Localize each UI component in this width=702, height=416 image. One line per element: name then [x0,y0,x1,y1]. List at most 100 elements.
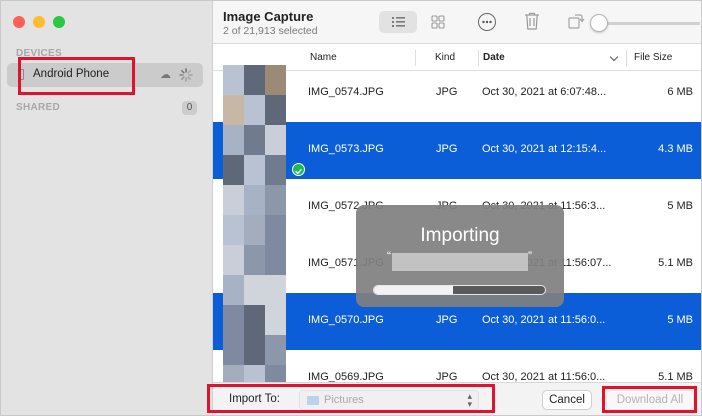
delete-button[interactable] [523,11,541,31]
close-window-button[interactable] [13,16,25,28]
thumbnail-pixel [244,125,265,155]
thumbnail-pixel [223,95,244,125]
shared-count-badge: 0 [182,101,197,115]
thumbnail-pixel [223,65,244,95]
file-kind: JPG [436,371,458,382]
thumbnail-strip[interactable] [223,65,286,382]
trash-icon [525,12,539,30]
file-size: 5.1 MB [658,257,693,269]
chevron-down-icon [609,52,619,62]
loading-spinner-icon [179,68,193,82]
column-divider [626,50,627,66]
file-size: 4.3 MB [658,143,693,155]
cancel-button[interactable]: Cancel [542,390,592,410]
importing-title: Importing [420,225,500,246]
file-kind: JPG [436,143,458,155]
file-date: Oct 30, 2021 at 11:56:0... [482,371,606,382]
thumbnail-pixel [223,365,244,382]
file-name: IMG_0570.JPG [308,314,384,326]
thumbnail-pixel [223,305,244,335]
file-size: 5 MB [667,314,693,326]
thumbnail-pixel [244,155,265,185]
highlight-box-import-to [207,384,495,413]
image-capture-window: DEVICES Android Phone ☁ SHARED 0 Image C… [0,0,702,416]
file-name: IMG_0569.JPG [308,371,384,382]
ellipsis-icon [482,20,492,24]
selection-count: 2 of 21,913 selected [223,25,318,37]
thumbnail-pixel [223,215,244,245]
thumbnail-pixel [244,365,265,382]
importing-overlay: Importing “ ” [356,205,564,307]
thumbnail-pixel [223,185,244,215]
table-row[interactable]: IMG_0573.JPG JPG Oct 30, 2021 at 12:15:4… [213,122,701,179]
thumbnail-pixel [223,275,244,305]
table-row[interactable]: IMG_0569.JPG JPG Oct 30, 2021 at 11:56:0… [213,350,701,382]
highlight-box-download-all [602,386,697,413]
thumbnail-pixel [223,245,244,275]
highlight-box-device [18,57,135,95]
importing-filename-redacted [392,253,528,271]
list-view-button[interactable] [379,11,417,33]
more-options-button[interactable] [478,13,496,31]
shared-heading: SHARED [16,102,61,113]
thumbnail-pixel [244,215,265,245]
file-name: IMG_0573.JPG [308,143,384,155]
thumbnail-pixel [223,335,244,365]
grid-view-button[interactable] [425,11,451,33]
thumbnail-pixel [265,65,286,95]
thumbnail-pixel [244,65,265,95]
file-kind: JPG [436,314,458,326]
window-title: Image Capture [223,9,314,24]
import-progress-bar [373,285,546,295]
file-name: IMG_0574.JPG [308,86,384,98]
file-date: Oct 30, 2021 at 6:07:48... [482,86,607,98]
file-size: 6 MB [667,86,693,98]
thumbnail-pixel [223,155,244,185]
rotate-icon [568,14,585,29]
checkmark-icon [295,169,302,175]
thumbnail-pixel [265,95,286,125]
file-kind: JPG [436,86,458,98]
thumbnail-pixel [244,305,265,335]
thumbnail-pixel [244,275,265,305]
toolbar: Image Capture 2 of 21,913 selected [213,1,701,44]
column-header-name[interactable]: Name [310,52,337,63]
downloaded-check-icon [292,163,305,176]
zoom-slider-thumb[interactable] [590,14,608,32]
thumbnail-pixel [265,215,286,245]
column-divider [478,50,479,66]
zoom-slider-track[interactable] [596,22,700,25]
thumbnail-pixel [244,185,265,215]
column-header-kind[interactable]: Kind [435,52,455,63]
thumbnail-pixel [265,155,286,185]
rotate-button[interactable] [566,11,586,31]
thumbnail-pixel [265,275,286,305]
file-size: 5.1 MB [658,371,693,382]
column-header-date[interactable]: Date [483,52,505,63]
eject-icon[interactable]: ☁ [160,69,171,81]
thumbnail-pixel [223,125,244,155]
thumbnail-pixel [244,335,265,365]
file-size: 5 MB [667,200,693,212]
zoom-window-button[interactable] [53,16,65,28]
thumbnail-pixel [265,305,286,335]
thumbnail-pixel [265,185,286,215]
thumbnail-pixel [265,335,286,365]
list-view-icon [392,17,405,27]
grid-view-icon [431,15,445,29]
zoom-slider[interactable] [590,14,701,32]
file-date: Oct 30, 2021 at 12:15:4... [482,143,607,155]
column-divider [415,50,416,66]
minimize-window-button[interactable] [33,16,45,28]
thumbnail-pixel [244,95,265,125]
table-row[interactable]: IMG_0574.JPG JPG Oct 30, 2021 at 6:07:48… [213,65,701,122]
filename-quote-open: “ [387,249,391,263]
thumbnail-pixel [265,125,286,155]
column-header-file-size[interactable]: File Size [634,52,672,63]
thumbnail-pixel [265,365,286,382]
thumbnail-pixel [244,245,265,275]
import-progress-fill [374,286,453,294]
thumbnail-pixel [265,245,286,275]
file-date: Oct 30, 2021 at 11:56:0... [482,314,606,326]
filename-quote-close: ” [528,249,532,263]
